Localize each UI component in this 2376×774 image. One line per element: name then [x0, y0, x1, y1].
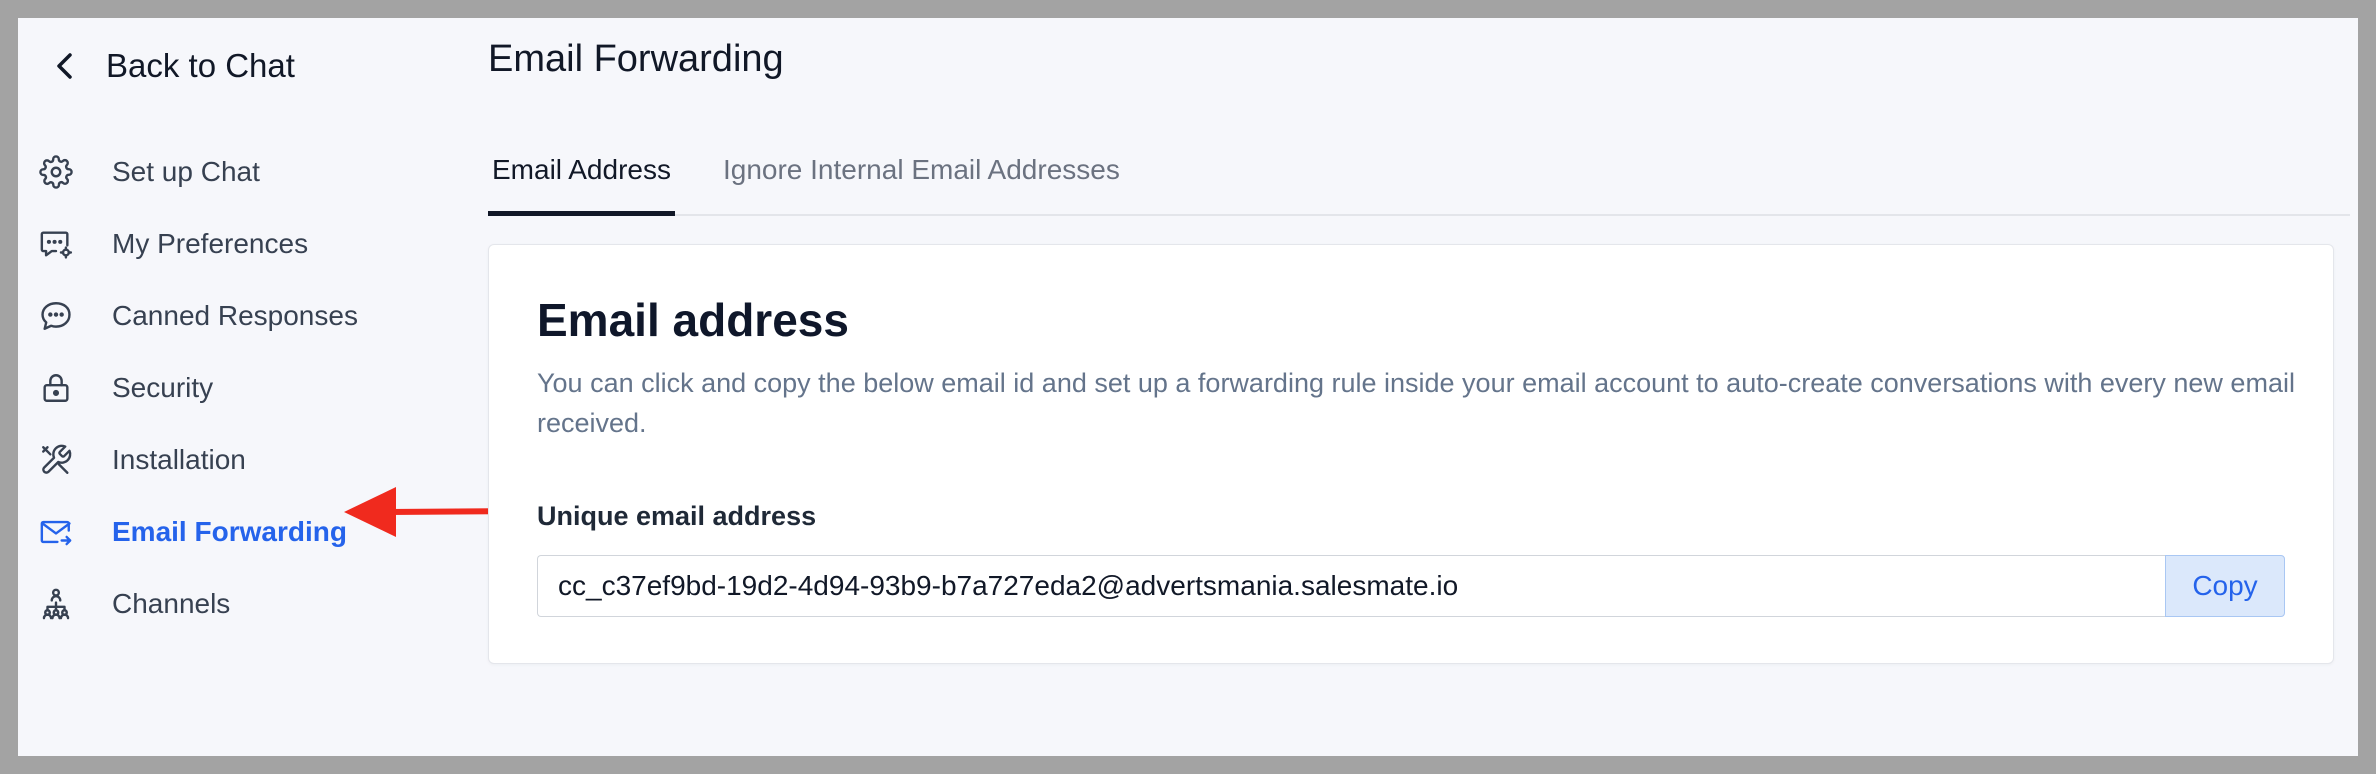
card-description: You can click and copy the below email i…	[537, 368, 2295, 438]
back-to-chat-label: Back to Chat	[106, 47, 295, 84]
sidebar-item-security[interactable]: Security	[38, 352, 358, 424]
email-copy-group: Copy	[537, 555, 2285, 617]
sidebar-item-label: Installation	[112, 444, 246, 475]
sidebar-item-email-forwarding[interactable]: Email Forwarding	[38, 496, 358, 568]
back-to-chat-link[interactable]: Back to Chat	[48, 36, 295, 96]
main-content: Email Forwarding Email Address Ignore In…	[488, 18, 2352, 756]
chat-preferences-icon	[38, 226, 74, 262]
gear-icon	[38, 154, 74, 190]
sidebar-item-label: Canned Responses	[112, 300, 358, 331]
card-title: Email address	[537, 294, 849, 346]
sidebar-item-label: My Preferences	[112, 228, 309, 259]
sidebar-item-channels[interactable]: Channels	[38, 568, 358, 640]
tab-email-address[interactable]: Email Address	[488, 130, 675, 216]
channels-hierarchy-icon	[38, 586, 74, 622]
copy-button[interactable]: Copy	[2165, 555, 2285, 617]
sidebar-item-label: Security	[112, 372, 214, 403]
sidebar-item-setup-chat[interactable]: Set up Chat	[38, 136, 358, 208]
tab-bar: Email Address Ignore Internal Email Addr…	[488, 130, 2350, 216]
sidebar-item-canned-responses[interactable]: Canned Responses	[38, 280, 358, 352]
sidebar-item-my-preferences[interactable]: My Preferences	[38, 208, 358, 280]
tools-icon	[38, 442, 74, 478]
sidebar-item-label: Email Forwarding	[112, 516, 347, 547]
tab-ignore-internal-email-addresses[interactable]: Ignore Internal Email Addresses	[719, 130, 1124, 214]
app-window: Back to Chat Set up Chat My Preferences …	[18, 18, 2358, 756]
mail-forward-icon	[38, 514, 74, 550]
page-title: Email Forwarding	[488, 38, 784, 80]
speech-bubble-icon	[38, 298, 74, 334]
lock-icon	[38, 370, 74, 406]
unique-email-label: Unique email address	[537, 501, 817, 531]
chevron-left-icon	[48, 49, 82, 83]
sidebar: Back to Chat Set up Chat My Preferences …	[18, 18, 526, 756]
sidebar-item-label: Channels	[112, 588, 231, 619]
sidebar-item-label: Set up Chat	[112, 156, 260, 187]
unique-email-field[interactable]	[537, 555, 2165, 617]
settings-menu: Set up Chat My Preferences Canned Respon…	[38, 136, 358, 640]
sidebar-item-installation[interactable]: Installation	[38, 424, 358, 496]
email-address-card: Email address You can click and copy the…	[488, 244, 2334, 664]
